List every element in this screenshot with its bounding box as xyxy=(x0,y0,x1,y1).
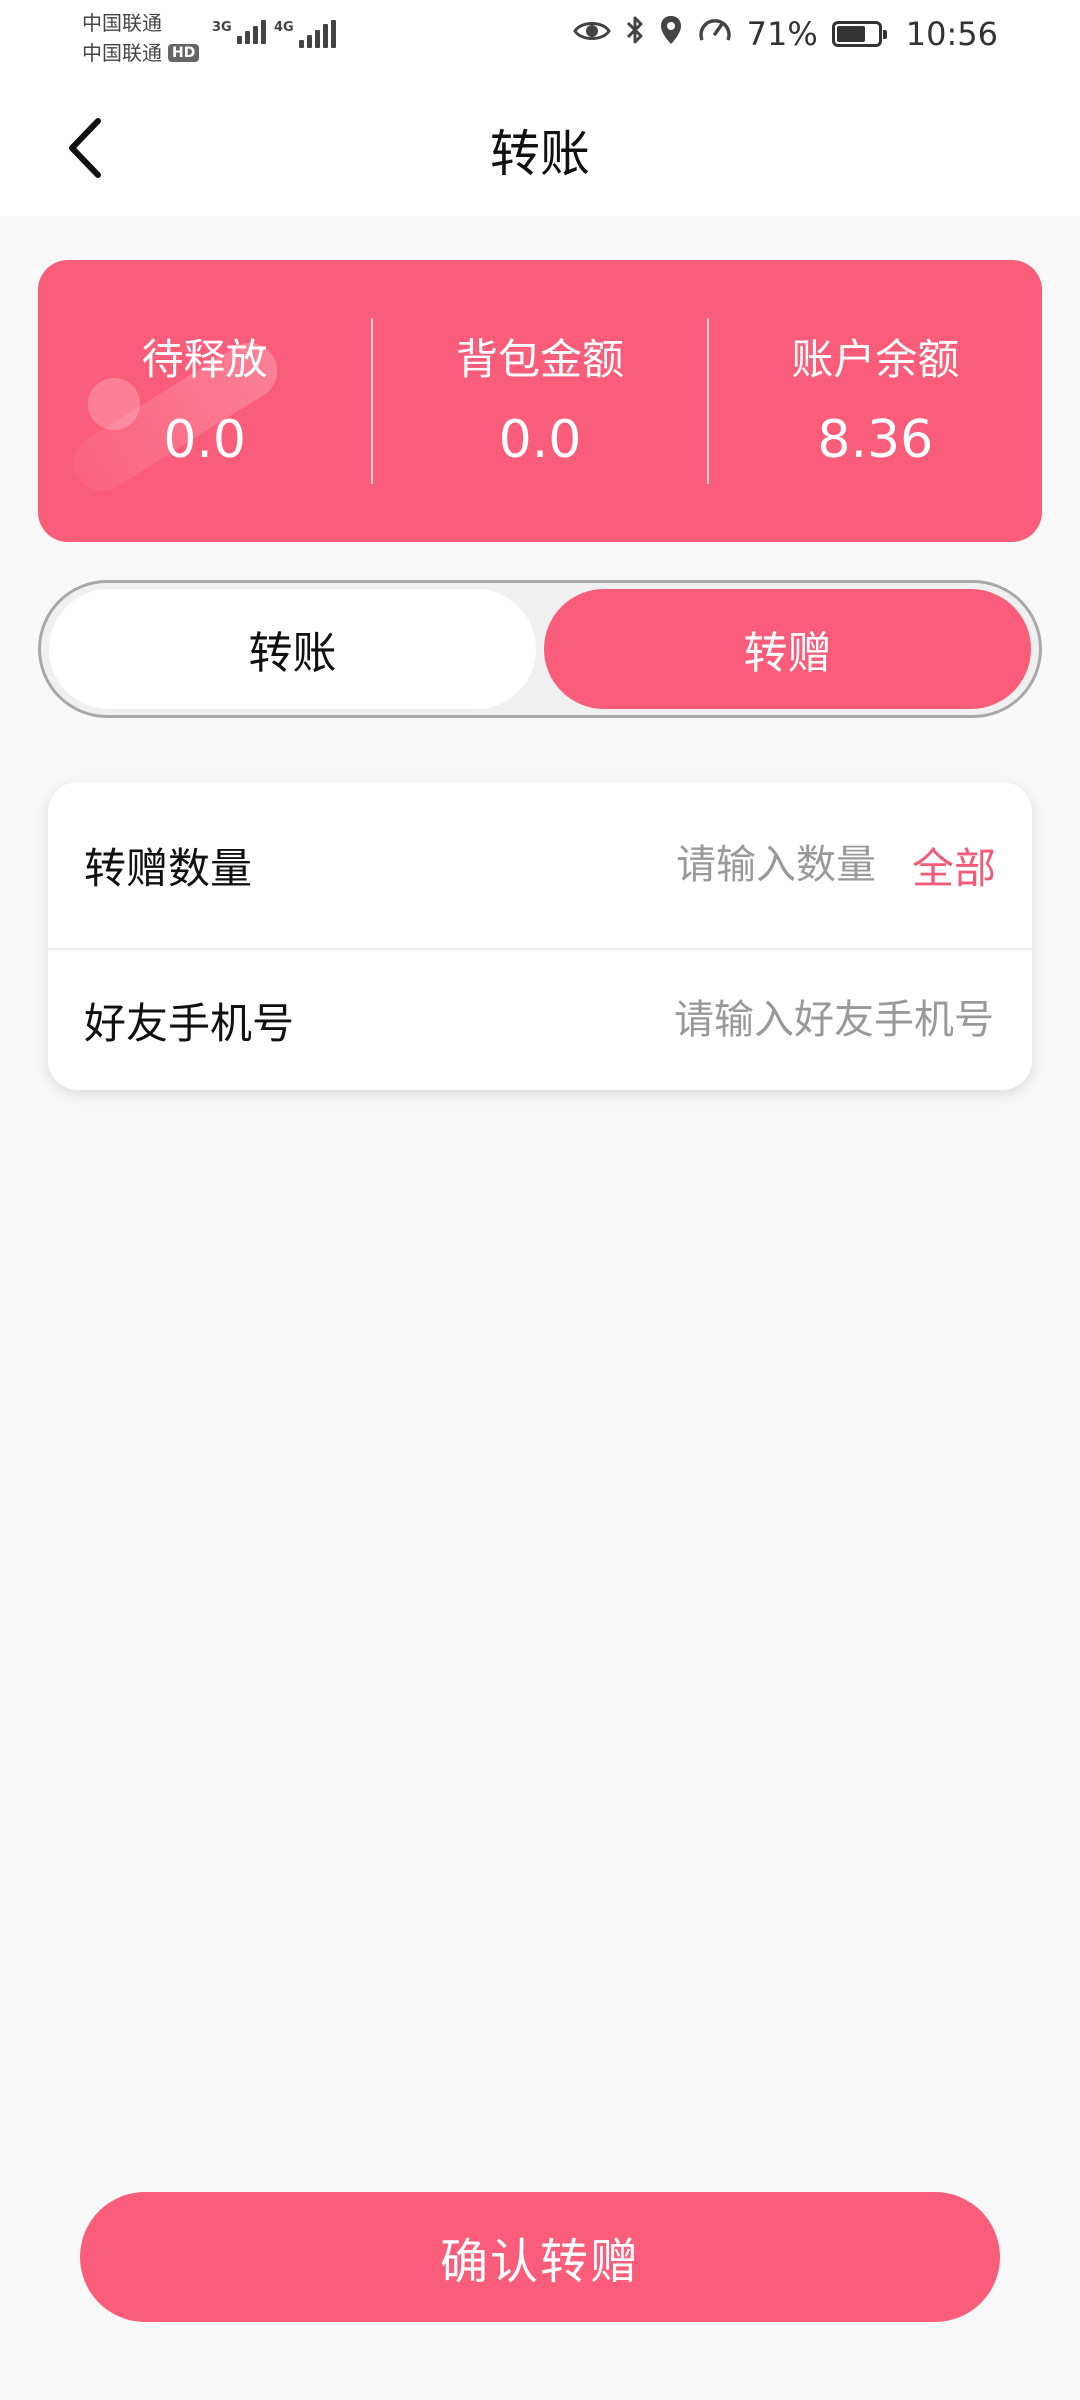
status-bar: 中国联通 中国联通 HD 3G 4G 71% 10:56 xyxy=(0,0,1080,80)
phone-row: 好友手机号 xyxy=(48,950,1032,1090)
balance-backpack: 背包金额 0.0 xyxy=(373,332,706,470)
balance-label: 待释放 xyxy=(141,335,268,384)
gift-form: 转赠数量 全部 好友手机号 xyxy=(48,782,1032,1090)
status-icons: 71% 10:56 xyxy=(572,14,998,54)
clock: 10:56 xyxy=(905,15,998,53)
tab-transfer[interactable]: 转账 xyxy=(49,589,536,709)
balance-pending: 待释放 0.0 xyxy=(38,332,371,470)
battery-fill xyxy=(836,26,865,42)
battery-percent: 71% xyxy=(746,15,818,53)
phone-label: 好友手机号 xyxy=(84,998,295,1048)
balance-card: 待释放 0.0 背包金额 0.0 账户余额 8.36 xyxy=(38,260,1042,542)
phone-input[interactable] xyxy=(294,996,996,1044)
amount-row: 转赠数量 全部 xyxy=(48,782,1032,950)
tab-switch: 转账 转赠 xyxy=(38,580,1042,718)
battery-icon xyxy=(831,21,887,47)
balance-value: 8.36 xyxy=(817,410,934,470)
signal-bar xyxy=(236,36,242,44)
confirm-gift-button[interactable]: 确认转赠 xyxy=(80,2192,1000,2322)
hd-badge: HD xyxy=(168,44,200,62)
balance-value: 0.0 xyxy=(163,410,247,470)
signal-bar xyxy=(244,31,250,44)
eye-icon xyxy=(572,17,611,52)
signal-bar xyxy=(298,40,304,48)
signal-4g-icon: 4G xyxy=(274,20,336,48)
balance-account: 账户余额 8.36 xyxy=(709,332,1042,470)
balance-label: 账户余额 xyxy=(791,335,960,384)
signal-bar xyxy=(314,30,320,48)
signal-bar xyxy=(260,20,266,44)
amount-label: 转赠数量 xyxy=(84,843,253,893)
network-type-1: 3G xyxy=(212,20,232,35)
network-type-2: 4G xyxy=(274,20,294,35)
speed-icon xyxy=(697,14,733,54)
page-title: 转账 xyxy=(490,125,590,183)
bluetooth-icon xyxy=(625,14,645,54)
signal-bar xyxy=(252,26,258,44)
all-button[interactable]: 全部 xyxy=(912,835,996,896)
carrier-name-1: 中国联通 xyxy=(82,11,162,35)
carrier-line-1: 中国联通 xyxy=(82,8,199,38)
balance-label: 背包金额 xyxy=(455,335,624,384)
transfer-screen: 中国联通 中国联通 HD 3G 4G 71% 10:56 转账 待释放 0.0 … xyxy=(0,0,1080,2400)
nav-header: 转账 xyxy=(0,80,1080,216)
signal-3g-icon: 3G xyxy=(212,20,266,44)
amount-input[interactable] xyxy=(252,841,878,889)
signal-bar xyxy=(306,35,312,48)
balance-value: 0.0 xyxy=(498,410,582,470)
signal-bar xyxy=(322,24,328,48)
tab-gift[interactable]: 转赠 xyxy=(544,589,1031,709)
location-icon xyxy=(659,14,683,54)
carrier-info: 中国联通 中国联通 HD xyxy=(82,8,200,68)
carrier-name-2: 中国联通 xyxy=(82,41,162,65)
signal-bar xyxy=(330,20,336,48)
carrier-line-2: 中国联通 HD xyxy=(82,38,200,68)
